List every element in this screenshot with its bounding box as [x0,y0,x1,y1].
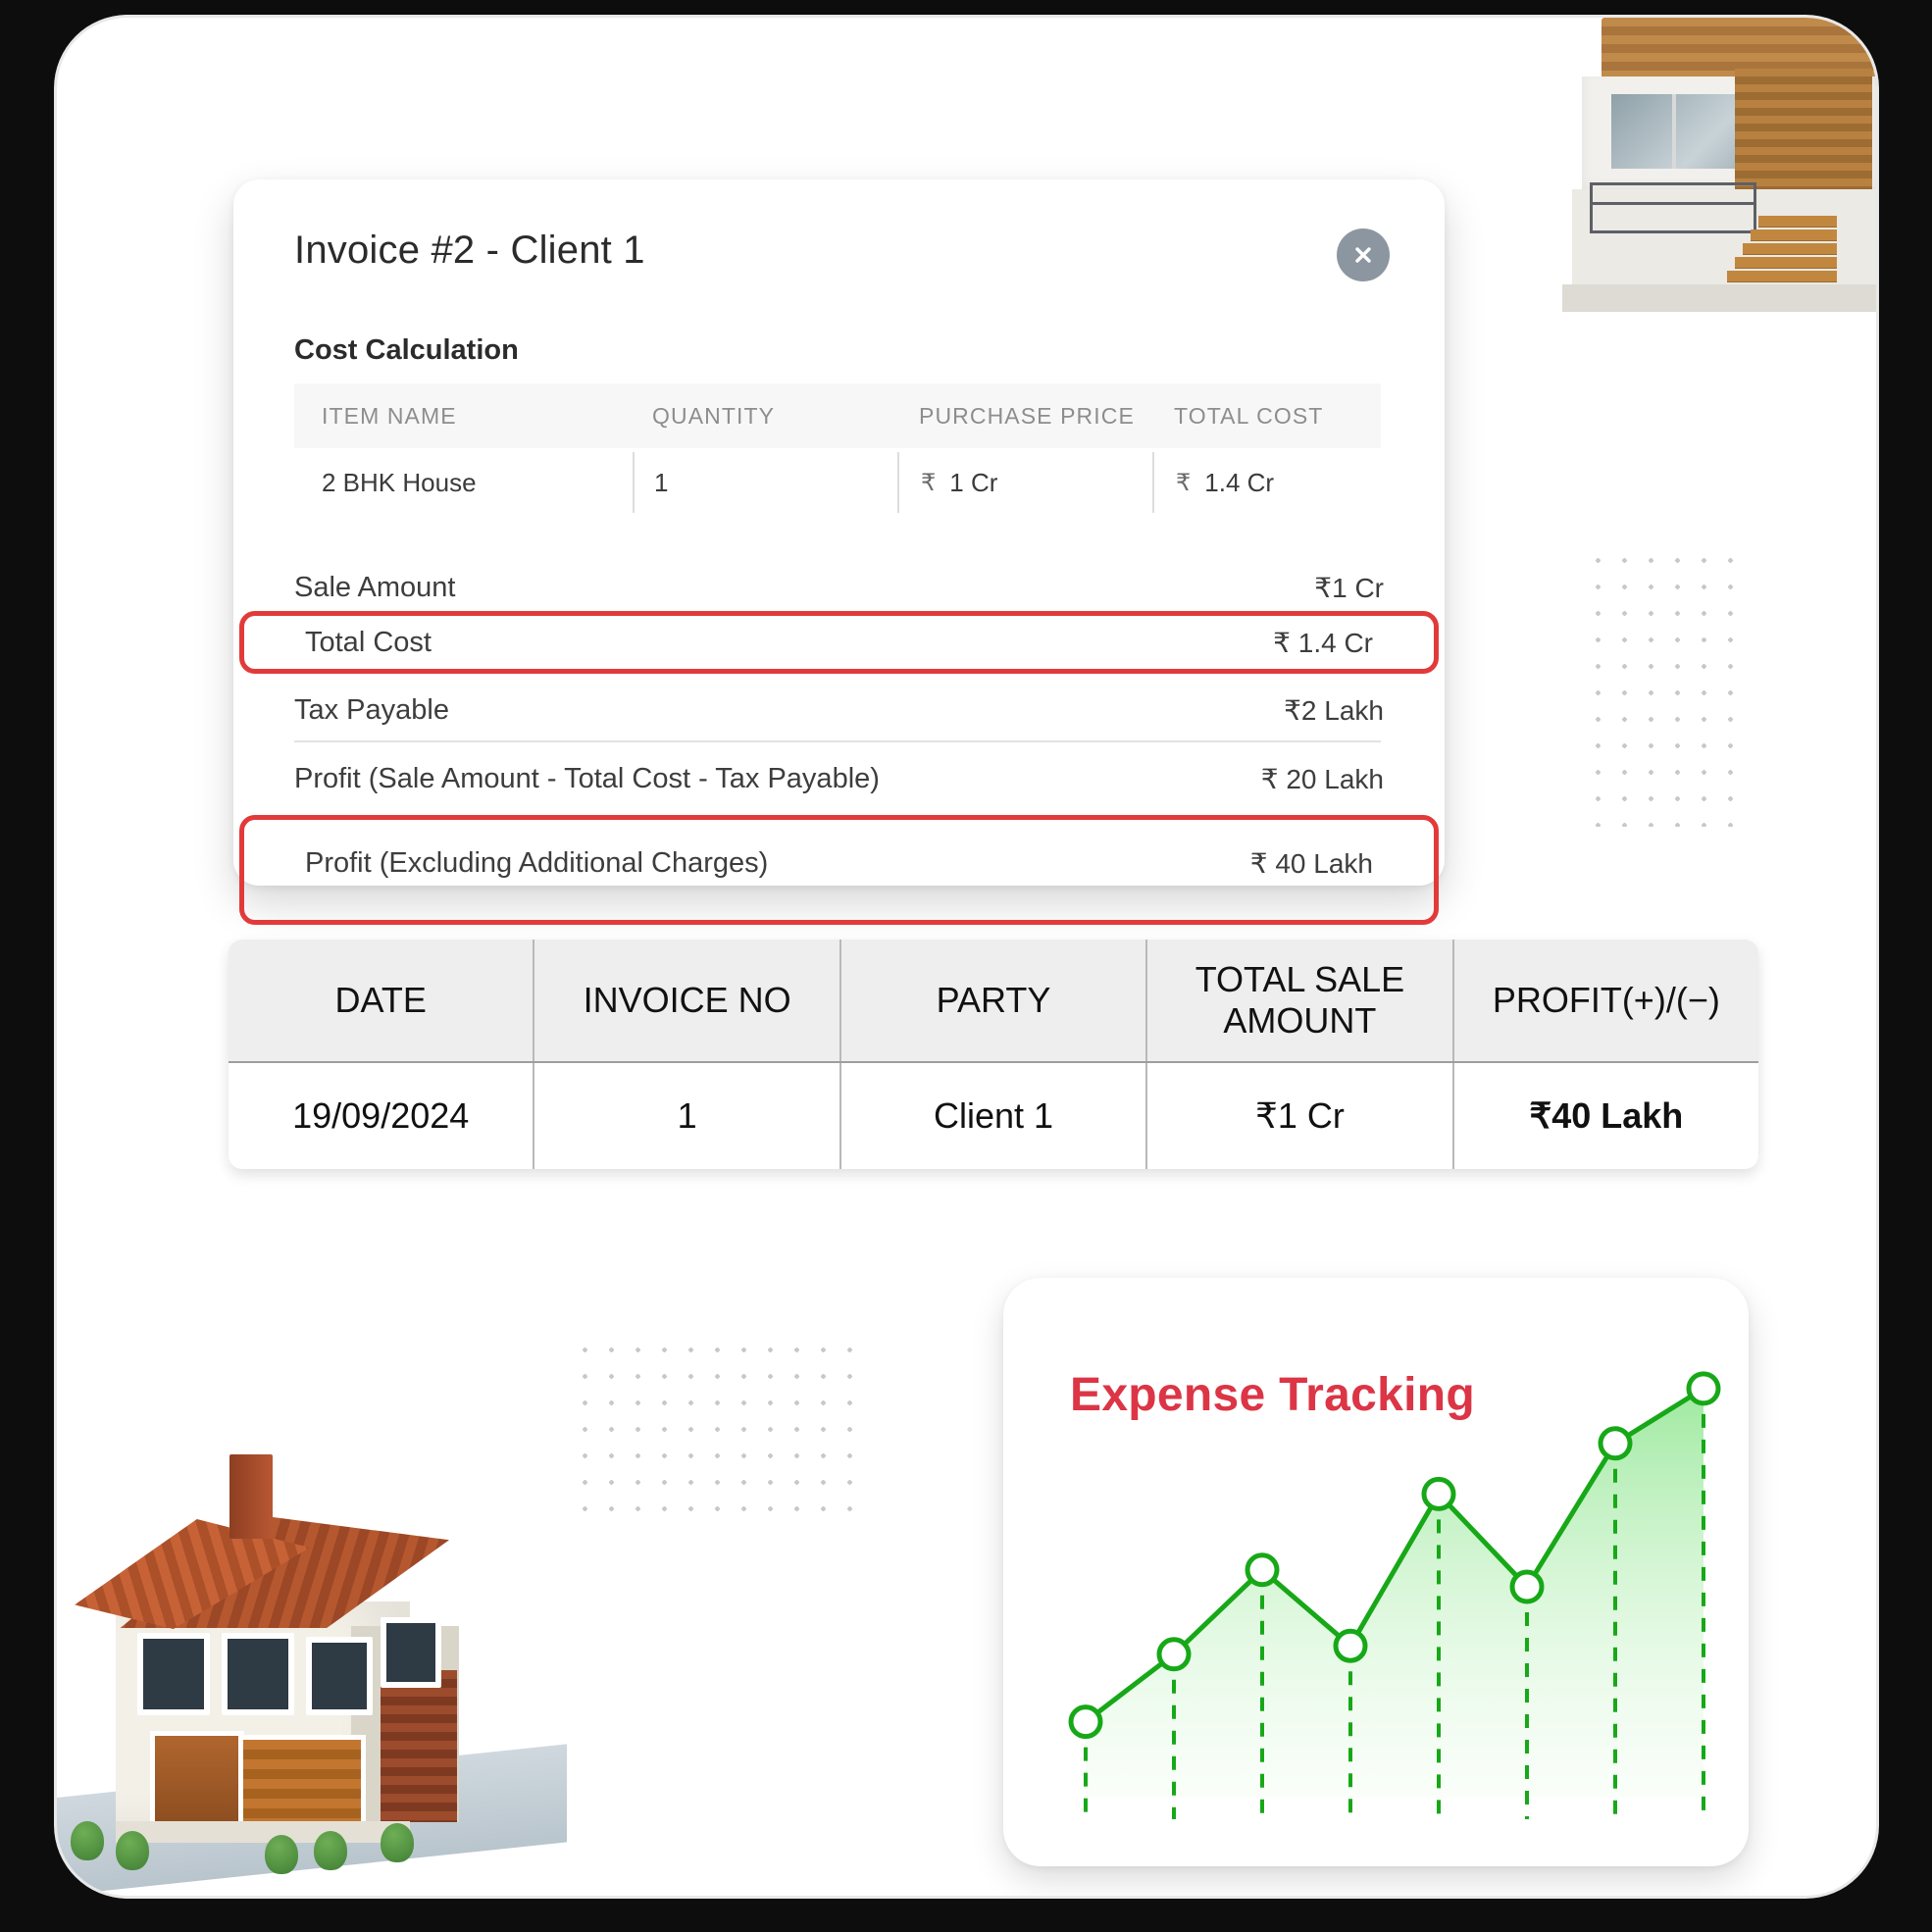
ledger-table: DATE INVOICE NO PARTY TOTAL SALE AMOUNT … [229,940,1758,1169]
rupee-icon: ₹ [1176,469,1192,496]
divider [294,740,1381,742]
dot-grid-pattern [572,1337,866,1518]
summary-label: Total Cost [305,626,432,658]
expense-tracking-card: Expense Tracking [1003,1278,1749,1866]
column-header-profit: PROFIT(+)/(−) [1492,979,1720,1020]
ledger-header-row: DATE INVOICE NO PARTY TOTAL SALE AMOUNT … [229,940,1758,1061]
screenshot-frame: Invoice #2 - Client 1 Cost Calculation I… [0,0,1932,1932]
close-icon[interactable] [1337,229,1390,281]
summary-value: ₹2 Lakh [1284,694,1384,726]
column-header-purchase-price: PURCHASE PRICE [919,402,1135,429]
suburban-house-image [57,1425,567,1896]
table-header-row: ITEM NAME QUANTITY PURCHASE PRICE TOTAL … [294,383,1381,448]
summary-value: ₹ 20 Lakh [1260,763,1384,794]
cell-invoice-no: 1 [534,1063,841,1169]
summary-row-tax-payable: Tax Payable ₹2 Lakh [233,682,1445,738]
section-label: Cost Calculation [294,334,519,366]
invoice-modal: Invoice #2 - Client 1 Cost Calculation I… [233,179,1445,925]
column-header-quantity: QUANTITY [652,402,776,429]
cell-total-cost-value: 1.4 Cr [1204,467,1275,497]
chart-data-point[interactable] [1421,1476,1456,1511]
chart-data-point[interactable] [1068,1704,1103,1740]
chart-data-point[interactable] [1333,1628,1368,1663]
column-header-total-cost: TOTAL COST [1174,402,1324,429]
summary-row-total-cost: Total Cost ₹ 1.4 Cr [239,611,1439,674]
summary-value: ₹1 Cr [1314,572,1384,603]
cell-profit: ₹40 Lakh [1529,1095,1684,1136]
cell-party: Client 1 [841,1063,1148,1169]
table-row: 19/09/2024 1 Client 1 ₹1 Cr ₹40 Lakh [229,1061,1758,1169]
chart-data-point[interactable] [1509,1569,1545,1604]
chart-data-point[interactable] [1156,1637,1192,1672]
summary-label: Sale Amount [294,571,456,603]
cell-purchase-price-value: 1 Cr [949,467,998,497]
column-header-party: PARTY [841,940,1148,1061]
summary-row-profit: Profit (Sale Amount - Total Cost - Tax P… [233,748,1445,809]
modern-house-image [1464,18,1876,341]
column-header-item-name: ITEM NAME [322,402,457,429]
cell-total-cost: ₹ 1.4 Cr [1152,452,1381,513]
chart-data-point[interactable] [1598,1426,1633,1461]
cell-quantity: 1 [633,452,897,513]
cell-purchase-price: ₹ 1 Cr [897,452,1152,513]
summary-value: ₹ 40 Lakh [1249,848,1373,879]
cell-total-sale-amount: ₹1 Cr [1147,1063,1454,1169]
summary-label: Profit (Excluding Additional Charges) [305,847,769,879]
rupee-icon: ₹ [921,469,937,496]
app-screen: Invoice #2 - Client 1 Cost Calculation I… [57,18,1876,1896]
summary-value: ₹ 1.4 Cr [1273,627,1373,658]
chart-data-point[interactable] [1686,1371,1721,1406]
page-title: Invoice #2 - Client 1 [294,229,645,272]
column-header-total-sale-amount: TOTAL SALE AMOUNT [1147,940,1454,1061]
summary-row-sale-amount: Sale Amount ₹1 Cr [233,558,1445,617]
column-header-date: DATE [229,940,535,1061]
cell-item-name: 2 BHK House [322,467,477,497]
dot-grid-pattern [1585,547,1752,827]
column-header-invoice-no: INVOICE NO [534,940,841,1061]
summary-label: Profit (Sale Amount - Total Cost - Tax P… [294,762,880,794]
cost-calculation-table: ITEM NAME QUANTITY PURCHASE PRICE TOTAL … [294,383,1381,517]
chart-title: Expense Tracking [1070,1369,1475,1421]
cell-date: 19/09/2024 [229,1063,535,1169]
chart-data-point[interactable] [1245,1552,1280,1588]
table-row: 2 BHK House 1 ₹ 1 Cr ₹ 1.4 Cr [294,448,1381,517]
summary-row-profit-excluding-charges: Profit (Excluding Additional Charges) ₹ … [239,815,1439,925]
summary-label: Tax Payable [294,693,449,726]
